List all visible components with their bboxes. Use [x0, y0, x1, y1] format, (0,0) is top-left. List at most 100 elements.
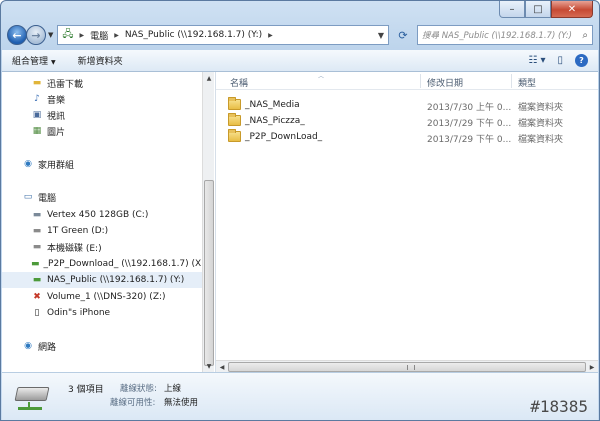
nav-item-label: Odin"s iPhone — [47, 308, 111, 318]
new-folder-button[interactable]: 新增資料夾 — [78, 54, 123, 67]
file-row[interactable]: _P2P_DownLoad_ 2013/7/29 下午 0... 檔案資料夾 — [216, 129, 598, 145]
sort-ascending-icon: ︿ — [318, 73, 325, 80]
nav-item[interactable]: ▣ 視訊 — [2, 107, 202, 123]
column-divider — [511, 74, 512, 88]
file-date: 2013/7/29 下午 0... — [427, 119, 512, 129]
video-icon: ▣ — [32, 110, 42, 120]
nav-item-label: 音樂 — [47, 95, 66, 106]
nav-item[interactable]: ◉ 家用群組 — [2, 156, 202, 172]
nav-item-label: 本機磁碟 (E:) — [47, 243, 102, 254]
nav-item-label: NAS_Public (\\192.168.1.7) (Y:) — [47, 275, 185, 285]
recent-pages-dropdown[interactable]: ▼ — [48, 31, 53, 39]
help-icon[interactable]: ? — [575, 54, 588, 67]
nav-item[interactable]: ◉ 網路 — [2, 338, 202, 354]
network-drive-icon: ▬ — [32, 275, 42, 285]
watermark: #18385 — [530, 397, 588, 416]
navigation-row: ← → ▼ 🖧 ▶ 電腦 ▶ NAS_Public (\\192.168.1.7… — [7, 24, 593, 46]
close-button[interactable]: ✕ — [551, 1, 593, 18]
network-icon: ◉ — [24, 341, 32, 351]
nav-item[interactable]: ▬ 本機磁碟 (E:) — [2, 239, 202, 255]
column-name[interactable]: 名稱 — [230, 76, 248, 89]
breadcrumb-separator-icon[interactable]: ▶ — [114, 32, 119, 39]
nav-item[interactable]: ▬ Vertex 450 128GB (C:) — [2, 207, 202, 223]
file-list: 名稱 ︿ 修改日期 類型 _NAS_Media 2013/7/30 上午 0...… — [215, 72, 598, 372]
network-drive-icon: ▬ — [31, 259, 40, 269]
windows-drive-icon: ▬ — [32, 210, 42, 220]
nav-item[interactable]: ▯ Odin"s iPhone — [2, 305, 202, 321]
address-bar[interactable]: 🖧 ▶ 電腦 ▶ NAS_Public (\\192.168.1.7) (Y:)… — [57, 25, 389, 45]
drive-icon: ▬ — [32, 226, 42, 236]
column-headers: 名稱 ︿ 修改日期 類型 — [216, 72, 598, 90]
offline-availability-value: 無法使用 — [164, 398, 199, 408]
music-icon: ♪ — [34, 94, 40, 104]
nav-item[interactable]: ▭ 電腦 — [2, 189, 202, 205]
navigation-scrollbar[interactable]: ▲ ▼ — [202, 72, 214, 372]
offline-availability-label: 離線可用性: — [110, 398, 156, 408]
nav-item-label: Vertex 450 128GB (C:) — [47, 210, 149, 220]
folder-icon — [228, 97, 241, 110]
search-input[interactable]: 搜尋 NAS_Public (\\192.168.1.7) (Y:) — [422, 29, 582, 41]
organize-menu[interactable]: 組合管理 ▼ — [12, 54, 56, 67]
drive-body — [14, 387, 50, 401]
drive-network-bar — [18, 407, 42, 410]
column-divider — [420, 74, 421, 88]
folder-icon: ▬ — [32, 78, 42, 88]
scroll-up-icon[interactable]: ▲ — [203, 72, 215, 84]
network-drive-large-icon — [14, 381, 50, 411]
nav-item-label: 家用群組 — [38, 160, 75, 171]
nav-item-label: Volume_1 (\\DNS-320) (Z:) — [47, 292, 166, 302]
nav-item[interactable]: ▬ 1T Green (D:) — [2, 223, 202, 239]
explorer-window: – □ ✕ ← → ▼ 🖧 ▶ 電腦 ▶ NAS_Public (\\192.1… — [0, 0, 600, 421]
nav-item[interactable]: ✖ Volume_1 (\\DNS-320) (Z:) — [2, 289, 202, 305]
change-view-icon[interactable]: ☷ ▾ — [528, 55, 545, 66]
file-row[interactable]: _NAS_Piczza_ 2013/7/29 下午 0... 檔案資料夾 — [216, 113, 598, 129]
file-date: 2013/7/30 上午 0... — [427, 103, 512, 113]
drive-icon: ▬ — [32, 242, 42, 252]
column-type[interactable]: 類型 — [518, 76, 536, 89]
nav-item[interactable]: ▦ 圖片 — [2, 123, 202, 139]
address-history-dropdown-icon[interactable]: ▼ — [378, 31, 384, 40]
breadcrumb-nas-public[interactable]: NAS_Public (\\192.168.1.7) (Y:) — [125, 30, 262, 40]
horizontal-scrollbar-thumb[interactable] — [228, 362, 586, 372]
forward-button[interactable]: → — [26, 25, 46, 45]
file-type: 檔案資料夾 — [518, 119, 564, 129]
offline-status-label: 離線狀態: — [120, 384, 157, 394]
scroll-down-icon[interactable]: ▼ — [203, 360, 215, 372]
disconnected-drive-icon: ✖ — [33, 292, 41, 302]
network-drive-icon: 🖧 — [62, 28, 74, 40]
command-bar: 組合管理 ▼ 新增資料夾 ☷ ▾ ▯ ? — [2, 50, 598, 72]
column-date[interactable]: 修改日期 — [427, 76, 463, 89]
breadcrumb-separator-icon[interactable]: ▶ — [80, 32, 85, 39]
nav-item[interactable]: ▬ _P2P_Download_ (\\192.168.1.7) (X:) — [2, 256, 208, 272]
nav-item[interactable]: ▬ NAS_Public (\\192.168.1.7) (Y:) — [2, 272, 202, 288]
minimize-button[interactable]: – — [499, 1, 525, 18]
horizontal-scrollbar[interactable]: ◀ ▶ — [216, 360, 598, 372]
file-name: _P2P_DownLoad_ — [245, 132, 323, 142]
search-box[interactable]: 搜尋 NAS_Public (\\192.168.1.7) (Y:) ⌕ — [417, 25, 593, 45]
file-name: _NAS_Media — [245, 100, 300, 110]
folder-icon — [228, 129, 241, 142]
nav-item[interactable]: ♪ 音樂 — [2, 91, 202, 107]
breadcrumb-separator-icon[interactable]: ▶ — [268, 32, 273, 39]
navigation-pane: ▬ 迅雷下載 ♪ 音樂 ▣ 視訊 ▦ 圖片 ◉ 家用群組 ▭ 電腦 ▬ Vertex 450 128GB … — [2, 72, 214, 372]
chevron-down-icon: ▼ — [51, 59, 56, 66]
breadcrumb-computer[interactable]: 電腦 — [90, 29, 108, 42]
file-row[interactable]: _NAS_Media 2013/7/30 上午 0... 檔案資料夾 — [216, 97, 598, 113]
refresh-button[interactable]: ⟳ — [393, 25, 413, 45]
nav-item[interactable]: ▬ 迅雷下載 — [2, 75, 202, 91]
back-button[interactable]: ← — [7, 25, 27, 45]
nav-item-label: 電腦 — [38, 193, 57, 204]
offline-status-value: 上線 — [164, 384, 182, 394]
maximize-button[interactable]: □ — [525, 1, 551, 18]
preview-pane-icon[interactable]: ▯ — [557, 55, 563, 66]
nav-item-label: 圖片 — [47, 127, 66, 138]
file-type: 檔案資料夾 — [518, 103, 564, 113]
file-name: _NAS_Piczza_ — [245, 116, 305, 126]
caption-buttons: – □ ✕ — [499, 1, 593, 19]
nav-item-label: 1T Green (D:) — [47, 226, 109, 236]
search-icon[interactable]: ⌕ — [582, 30, 588, 41]
nav-item-label: 視訊 — [47, 111, 66, 122]
grip-icon — [407, 365, 415, 370]
scrollbar-thumb[interactable] — [204, 180, 214, 366]
file-date: 2013/7/29 下午 0... — [427, 135, 512, 145]
